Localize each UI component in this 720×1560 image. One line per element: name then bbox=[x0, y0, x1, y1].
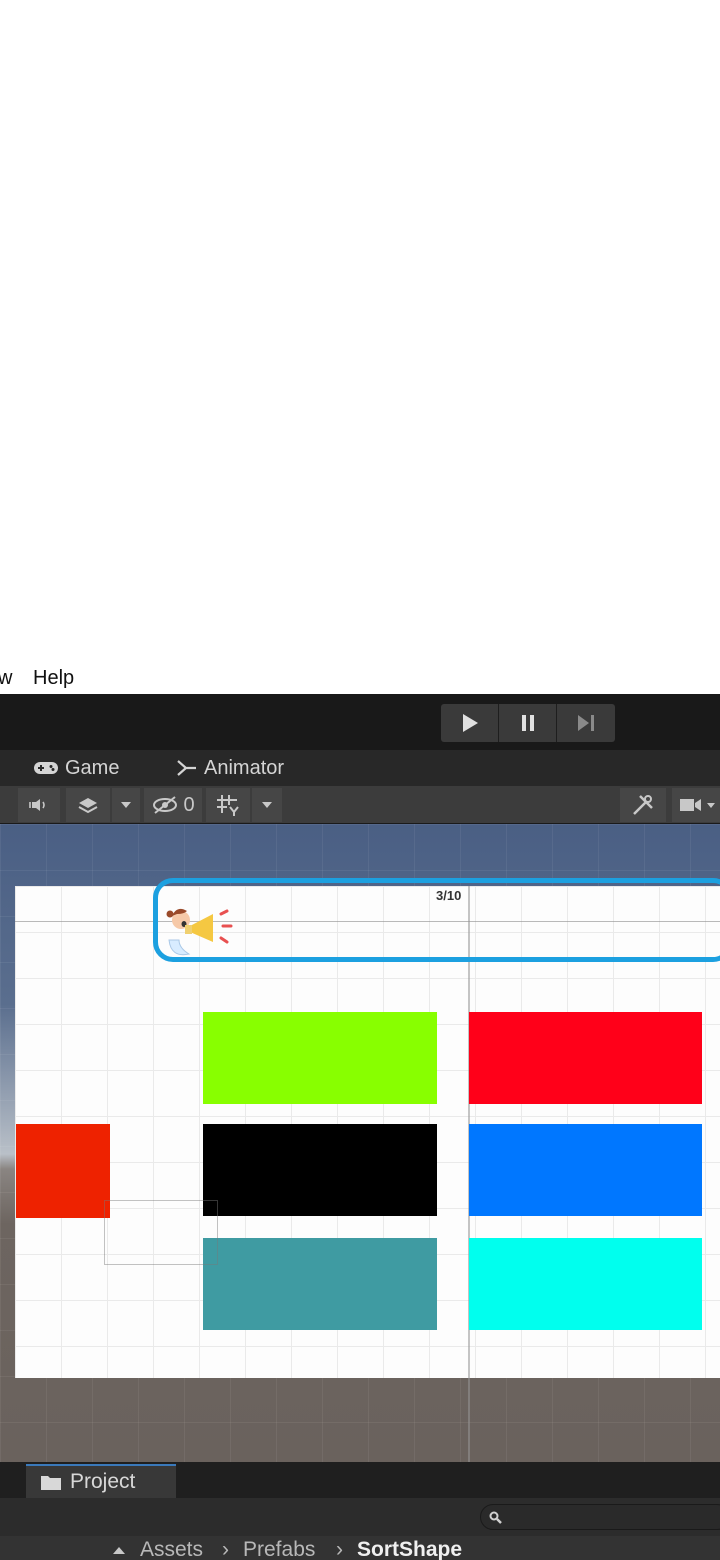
green-rectangle[interactable] bbox=[203, 1012, 437, 1104]
step-icon bbox=[578, 715, 594, 731]
speaker-icon bbox=[29, 799, 45, 811]
breadcrumb-prefabs[interactable]: Prefabs bbox=[243, 1538, 315, 1560]
progress-counter: 3/10 bbox=[436, 888, 462, 903]
tab-animator-label: Animator bbox=[204, 756, 285, 779]
game-view-toolbar: 0 bbox=[0, 786, 720, 824]
editor-tab-strip: Game Animator bbox=[0, 750, 720, 786]
layers-dropdown[interactable] bbox=[112, 788, 140, 822]
eye-slash-icon bbox=[153, 796, 178, 814]
mascot-megaphone-icon bbox=[166, 908, 233, 956]
breadcrumb-sortshape[interactable]: SortShape bbox=[357, 1538, 462, 1560]
grid-icon bbox=[217, 795, 239, 816]
scene-viewport[interactable]: 3/10 bbox=[0, 824, 720, 1462]
step-button[interactable] bbox=[557, 704, 615, 742]
breadcrumb: Assets › Prefabs › SortShape bbox=[0, 1536, 720, 1560]
pause-button[interactable] bbox=[499, 704, 557, 742]
dragged-red-square[interactable] bbox=[16, 1124, 110, 1218]
chevron-down-icon bbox=[121, 802, 131, 808]
camera-dropdown[interactable] bbox=[672, 788, 720, 822]
tab-project[interactable]: Project bbox=[26, 1464, 176, 1498]
layers-button[interactable] bbox=[66, 788, 110, 822]
tab-project-label: Project bbox=[70, 1470, 136, 1493]
collapse-up-icon[interactable] bbox=[112, 1546, 126, 1555]
tools-icon bbox=[633, 795, 653, 815]
blank-area bbox=[0, 0, 720, 662]
tab-animator[interactable]: Animator bbox=[176, 750, 284, 786]
playmode-controls bbox=[441, 704, 615, 742]
hidden-objects-toggle[interactable]: 0 bbox=[144, 788, 202, 822]
menu-item-help[interactable]: Help bbox=[33, 666, 74, 690]
grid-dropdown[interactable] bbox=[252, 788, 282, 822]
teal-rectangle[interactable] bbox=[203, 1238, 437, 1330]
breadcrumb-assets[interactable]: Assets bbox=[140, 1538, 203, 1560]
red-rectangle[interactable] bbox=[469, 1012, 702, 1104]
grid-snap-button[interactable] bbox=[206, 788, 250, 822]
play-button[interactable] bbox=[441, 704, 499, 742]
hidden-objects-count: 0 bbox=[183, 793, 195, 816]
gamepad-icon bbox=[34, 762, 58, 774]
black-rectangle[interactable] bbox=[203, 1124, 437, 1216]
camera-icon bbox=[680, 799, 715, 811]
mute-audio-button[interactable] bbox=[18, 788, 60, 822]
menu-item-window[interactable]: w bbox=[0, 666, 12, 690]
layers-icon bbox=[78, 798, 98, 814]
breadcrumb-separator-icon: › bbox=[222, 1538, 229, 1560]
blue-rectangle[interactable] bbox=[469, 1124, 702, 1216]
menu-bar: w Help bbox=[0, 662, 720, 694]
project-tab-strip: Project bbox=[0, 1462, 720, 1498]
play-icon bbox=[462, 714, 478, 732]
breadcrumb-separator-icon: › bbox=[336, 1538, 343, 1560]
animator-icon bbox=[177, 760, 196, 776]
pause-icon bbox=[521, 715, 534, 731]
project-search-input[interactable] bbox=[480, 1504, 720, 1530]
cyan-rectangle[interactable] bbox=[469, 1238, 702, 1330]
main-toolbar bbox=[0, 694, 720, 750]
chevron-down-icon bbox=[262, 802, 272, 808]
folder-icon bbox=[41, 1476, 61, 1490]
tab-game[interactable]: Game bbox=[33, 750, 119, 786]
gizmo-tools-button[interactable] bbox=[620, 788, 666, 822]
selection-outline bbox=[104, 1200, 218, 1265]
search-icon bbox=[489, 1511, 502, 1524]
tab-game-label: Game bbox=[65, 756, 120, 779]
project-toolbar bbox=[0, 1498, 720, 1536]
